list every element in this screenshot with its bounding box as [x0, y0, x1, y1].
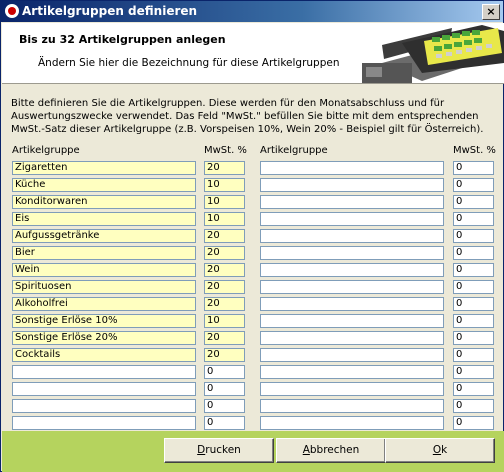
right-group-name-field[interactable]	[260, 178, 444, 192]
right-group-name-field[interactable]	[260, 161, 444, 175]
right-group-name-field[interactable]	[260, 382, 444, 396]
ok-mnemonic: O	[432, 444, 442, 456]
left-vat-field[interactable]: 0	[204, 382, 245, 396]
right-vat-field[interactable]: 0	[453, 263, 494, 277]
right-group-name-field[interactable]	[260, 365, 444, 379]
right-vat-field[interactable]: 0	[453, 212, 494, 226]
right-vat-field[interactable]: 0	[453, 382, 494, 396]
header-panel: Bis zu 32 Artikelgruppen anlegen Ändern …	[2, 23, 504, 84]
left-group-name-field[interactable]: Eis	[12, 212, 196, 226]
right-group-name-field[interactable]	[260, 280, 444, 294]
left-group-name-field[interactable]: Aufgussgetränke	[12, 229, 196, 243]
right-group-name-field[interactable]	[260, 314, 444, 328]
column-header-vat-right: MwSt. %	[453, 145, 496, 156]
ok-button[interactable]: Ok	[385, 438, 495, 463]
right-vat-field[interactable]: 0	[453, 195, 494, 209]
left-group-name-field[interactable]: Sonstige Erlöse 10%	[12, 314, 196, 328]
right-vat-field[interactable]: 0	[453, 161, 494, 175]
left-group-name-field[interactable]: Alkoholfrei	[12, 297, 196, 311]
cancel-button[interactable]: Abbrechen	[276, 438, 386, 463]
right-group-name-field[interactable]	[260, 263, 444, 277]
left-group-name-field[interactable]: Bier	[12, 246, 196, 260]
right-group-name-field[interactable]	[260, 399, 444, 413]
right-vat-field[interactable]: 0	[453, 365, 494, 379]
right-vat-field[interactable]: 0	[453, 399, 494, 413]
left-vat-field[interactable]: 10	[204, 212, 245, 226]
header-title: Bis zu 32 Artikelgruppen anlegen	[19, 33, 226, 46]
left-group-name-field[interactable]: Wein	[12, 263, 196, 277]
left-vat-field[interactable]: 20	[204, 297, 245, 311]
left-vat-field[interactable]: 10	[204, 314, 245, 328]
right-vat-field[interactable]: 0	[453, 229, 494, 243]
left-vat-field[interactable]: 20	[204, 280, 245, 294]
print-label: rucken	[205, 444, 241, 456]
left-group-name-field[interactable]: Cocktails	[12, 348, 196, 362]
dialog-window: Artikelgruppen definieren × Bis zu 32 Ar…	[0, 0, 504, 472]
left-group-name-field[interactable]	[12, 382, 196, 396]
left-group-name-field[interactable]: Konditorwaren	[12, 195, 196, 209]
left-vat-field[interactable]: 10	[204, 178, 245, 192]
header-subtitle: Ändern Sie hier die Bezeichnung für dies…	[38, 57, 340, 69]
left-vat-field[interactable]: 20	[204, 246, 245, 260]
pos-terminal-illustration	[362, 25, 504, 83]
right-vat-field[interactable]: 0	[453, 246, 494, 260]
left-group-name-field[interactable]: Zigaretten	[12, 161, 196, 175]
left-vat-field[interactable]: 0	[204, 416, 245, 430]
left-vat-field[interactable]: 0	[204, 399, 245, 413]
window-title: Artikelgruppen definieren	[22, 4, 198, 18]
left-vat-field[interactable]: 20	[204, 229, 245, 243]
right-group-name-field[interactable]	[260, 348, 444, 362]
left-group-name-field[interactable]	[12, 365, 196, 379]
left-vat-field[interactable]: 10	[204, 195, 245, 209]
right-group-name-field[interactable]	[260, 331, 444, 345]
right-group-name-field[interactable]	[260, 416, 444, 430]
cancel-mnemonic: A	[302, 444, 310, 456]
left-vat-field[interactable]: 20	[204, 161, 245, 175]
cancel-label: bbrechen	[309, 444, 360, 456]
close-button[interactable]: ×	[482, 4, 500, 20]
left-group-name-field[interactable]	[12, 399, 196, 413]
right-vat-field[interactable]: 0	[453, 416, 494, 430]
right-group-name-field[interactable]	[260, 297, 444, 311]
column-header-vat-left: MwSt. %	[204, 145, 247, 156]
right-vat-field[interactable]: 0	[453, 297, 494, 311]
left-group-name-field[interactable]: Küche	[12, 178, 196, 192]
left-vat-field[interactable]: 20	[204, 331, 245, 345]
right-vat-field[interactable]: 0	[453, 280, 494, 294]
right-group-name-field[interactable]	[260, 212, 444, 226]
right-vat-field[interactable]: 0	[453, 178, 494, 192]
app-icon	[5, 4, 19, 18]
ok-label: k	[441, 444, 448, 456]
print-button[interactable]: Drucken	[164, 438, 274, 463]
column-header-group-right: Artikelgruppe	[260, 145, 328, 156]
right-group-name-field[interactable]	[260, 195, 444, 209]
description-text: Bitte definieren Sie die Artikelgruppen.…	[11, 98, 484, 135]
left-group-name-field[interactable]	[12, 416, 196, 430]
left-vat-field[interactable]: 0	[204, 365, 245, 379]
right-vat-field[interactable]: 0	[453, 314, 494, 328]
right-group-name-field[interactable]	[260, 246, 444, 260]
right-group-name-field[interactable]	[260, 229, 444, 243]
column-header-group-left: Artikelgruppe	[12, 145, 80, 156]
left-vat-field[interactable]: 20	[204, 263, 245, 277]
left-vat-field[interactable]: 20	[204, 348, 245, 362]
left-group-name-field[interactable]: Spirituosen	[12, 280, 196, 294]
right-vat-field[interactable]: 0	[453, 348, 494, 362]
right-vat-field[interactable]: 0	[453, 331, 494, 345]
left-group-name-field[interactable]: Sonstige Erlöse 20%	[12, 331, 196, 345]
title-bar[interactable]: Artikelgruppen definieren ×	[1, 1, 503, 22]
